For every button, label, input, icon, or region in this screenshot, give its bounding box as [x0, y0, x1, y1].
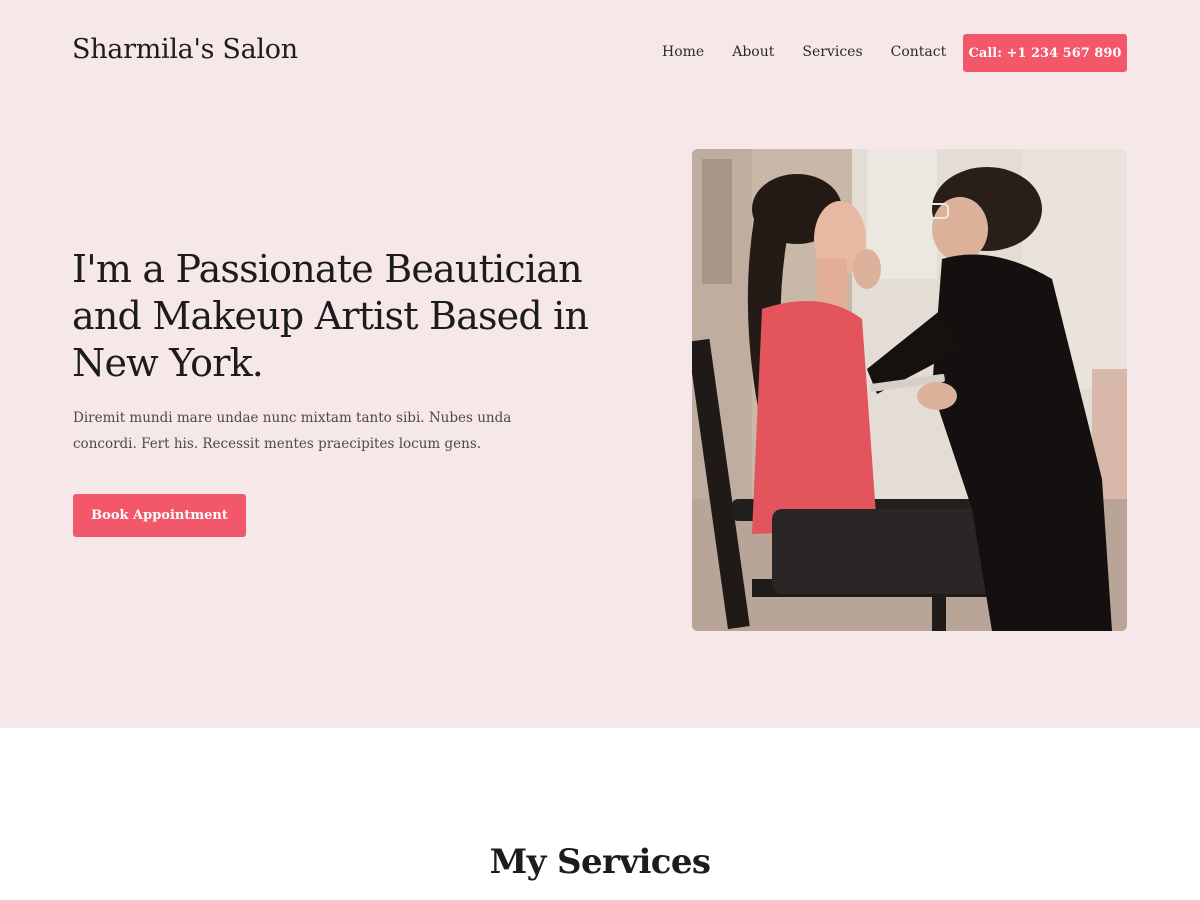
hero-photo-illustration [692, 149, 1127, 631]
hero-photo [692, 149, 1127, 631]
nav-about[interactable]: About [732, 44, 774, 60]
site-title[interactable]: Sharmila's Salon [72, 34, 298, 65]
nav-services[interactable]: Services [802, 44, 862, 60]
services-heading: My Services [489, 842, 711, 882]
main-nav: Home About Services Contact [662, 44, 974, 60]
hero-headline: I'm a Passionate Beautician and Makeup A… [72, 247, 589, 385]
nav-home[interactable]: Home [662, 44, 704, 60]
nav-contact[interactable]: Contact [891, 44, 947, 60]
book-appointment-button[interactable]: Book Appointment [73, 494, 246, 537]
hero-section: Sharmila's Salon Home About Services Con… [0, 0, 1200, 728]
hero-description: Diremit mundi mare undae nunc mixtam tan… [73, 410, 512, 452]
call-button[interactable]: Call: +1 234 567 890 [963, 34, 1127, 72]
